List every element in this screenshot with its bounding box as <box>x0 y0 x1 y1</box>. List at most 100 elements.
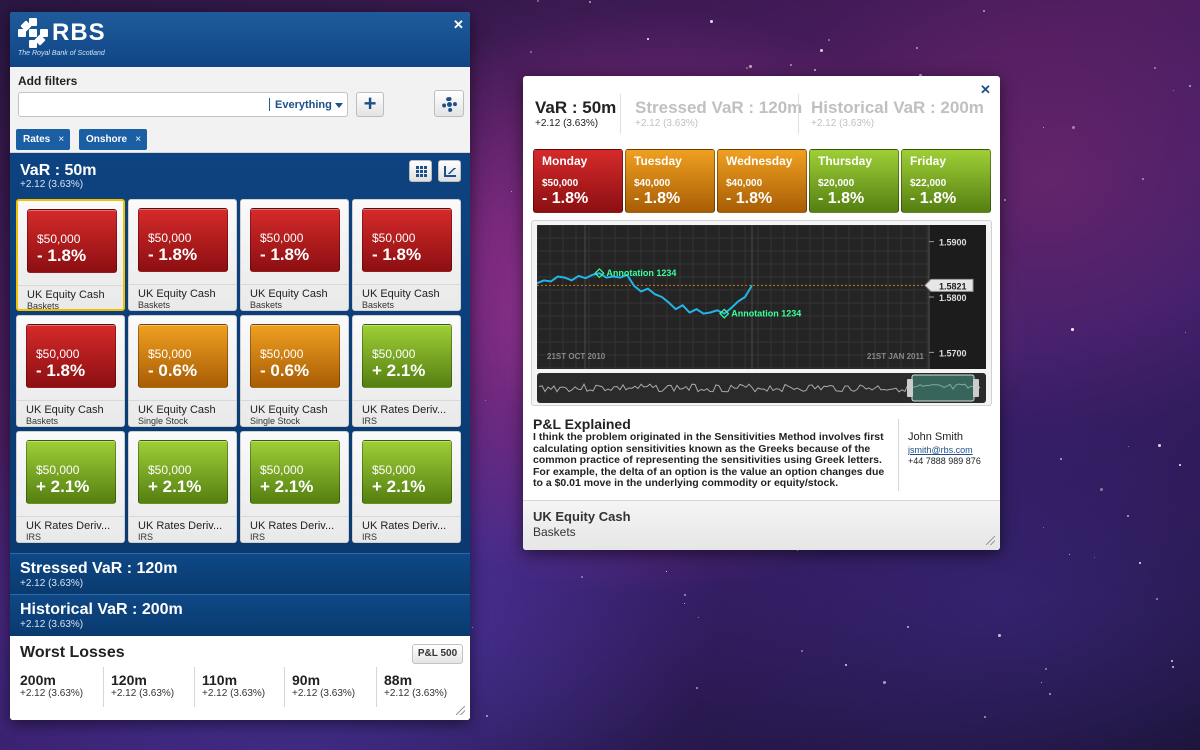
stressed-var-section[interactable]: Stressed VaR : 120m +2.12 (3.63%) <box>10 553 470 595</box>
close-icon[interactable]: ✕ <box>453 17 464 33</box>
chart-plot-area[interactable]: 1.5900 1.5800 1.5700 Annotation 1234 Annotat… <box>536 224 986 369</box>
brand-name: RBS <box>52 19 106 46</box>
tile-value-box: $50,000- 0.6% <box>138 324 228 388</box>
tile-name: UK Rates Deriv... <box>26 520 111 532</box>
var-tile[interactable]: $50,000 + 2.1% UK Rates Deriv... IRS <box>352 431 461 543</box>
tile-percent: + 2.1% <box>148 477 202 496</box>
grid-icon <box>416 166 427 177</box>
metric-historical-var[interactable]: Historical VaR : 200m +2.12 (3.63%) <box>811 98 984 129</box>
star <box>1043 126 1045 128</box>
divider <box>18 285 123 286</box>
var-section: VaR : 50m +2.12 (3.63%) $50,000- 1.8% UK … <box>10 153 470 553</box>
day-percent: - 1.8% <box>542 190 589 207</box>
resize-grip-icon[interactable] <box>986 536 995 545</box>
add-filter-button[interactable]: + <box>356 92 384 117</box>
var-tile[interactable]: $50,000 + 2.1% UK Rates Deriv... IRS <box>240 431 349 543</box>
tile-type: IRS <box>138 532 154 542</box>
brand-tagline: The Royal Bank of Scotland <box>18 50 105 57</box>
var-tile[interactable]: $50,000- 1.8% UK Equity Cash Baskets <box>16 199 125 311</box>
star <box>1060 457 1063 460</box>
worst-loss-item[interactable]: 200m +2.12 (3.63%) <box>20 672 83 708</box>
metric-divider <box>620 94 621 134</box>
tile-name: UK Equity Cash <box>138 404 216 416</box>
worst-loss-item[interactable]: 120m +2.12 (3.63%) <box>111 672 174 708</box>
day-card[interactable]: Thursday $20,000- 1.8% <box>809 149 899 213</box>
var-tile[interactable]: $50,000- 1.8% UK Equity Cash Baskets <box>240 199 349 311</box>
star <box>709 20 713 24</box>
resize-grip-icon[interactable] <box>456 706 465 715</box>
filter-search-input[interactable]: Everything <box>18 92 348 117</box>
star <box>1153 66 1156 69</box>
metric-stressed-var[interactable]: Stressed VaR : 120m +2.12 (3.63%) <box>635 98 802 129</box>
day-card[interactable]: Monday $50,000- 1.8% <box>533 149 623 213</box>
current-value-label: 1.5821 <box>939 281 967 291</box>
navigator-handle-right <box>973 379 979 397</box>
metric-change: +2.12 (3.63%) <box>811 118 875 129</box>
worst-loss-change: +2.12 (3.63%) <box>111 688 175 699</box>
navigator-window <box>911 374 975 402</box>
filter-chip-onshore: Onshore × <box>79 129 148 150</box>
rbs-logo-mark-icon <box>18 18 48 48</box>
var-tile[interactable]: $50,000- 1.8% UK Equity Cash Baskets <box>352 199 461 311</box>
var-tile[interactable]: $50,000 + 2.1% UK Rates Deriv... IRS <box>352 315 461 427</box>
x-axis-label: 21ST JAN 2011 <box>867 352 924 361</box>
star <box>537 0 540 3</box>
tile-amount: $50,000 <box>372 347 416 361</box>
settings-button[interactable] <box>434 90 464 117</box>
star <box>883 680 887 684</box>
worst-loss-item[interactable]: 88m +2.12 (3.63%) <box>384 672 447 708</box>
day-card[interactable]: Tuesday $40,000- 1.8% <box>625 149 715 213</box>
filter-scope-select[interactable]: Everything <box>275 99 332 111</box>
day-card[interactable]: Friday $22,000- 1.8% <box>901 149 991 213</box>
historical-var-title: Historical VaR : 200m <box>20 601 183 618</box>
divider <box>129 400 236 401</box>
var-tile[interactable]: $50,000- 1.8% UK Equity Cash Baskets <box>128 199 237 311</box>
var-tile[interactable]: $50,000- 1.8% UK Equity Cash Baskets <box>16 315 125 427</box>
worst-losses-title: Worst Losses <box>20 644 125 661</box>
y-tick-label: 1.5700 <box>939 348 967 358</box>
star <box>1099 487 1103 491</box>
pl-500-button[interactable]: P&L 500 <box>412 644 463 664</box>
var-tile[interactable]: $50,000 + 2.1% UK Rates Deriv... IRS <box>128 431 237 543</box>
metric-title: Stressed VaR : 120m <box>635 98 803 117</box>
var-tile[interactable]: $50,000 + 2.1% UK Rates Deriv... IRS <box>16 431 125 543</box>
var-tile[interactable]: $50,000- 0.6% UK Equity Cash Single Stock <box>240 315 349 427</box>
grid-view-button[interactable] <box>409 160 432 182</box>
historical-var-change: +2.12 (3.63%) <box>20 619 84 630</box>
close-icon[interactable]: ✕ <box>980 82 991 98</box>
tile-name: UK Equity Cash <box>27 289 105 301</box>
star <box>1128 446 1130 448</box>
tile-percent: + 2.1% <box>372 361 426 380</box>
tile-amount: $50,000 <box>37 232 81 246</box>
chevron-down-icon[interactable] <box>335 103 343 108</box>
contact-name: John Smith <box>908 431 964 443</box>
tile-value-box: $50,000- 1.8% <box>27 209 117 273</box>
historical-var-section[interactable]: Historical VaR : 200m +2.12 (3.63%) <box>10 594 470 636</box>
star <box>530 50 533 53</box>
close-icon[interactable]: × <box>58 129 64 150</box>
tile-percent: + 2.1% <box>260 477 314 496</box>
metric-var[interactable]: VaR : 50m +2.12 (3.63%) <box>535 98 616 129</box>
star <box>684 593 687 596</box>
chart-view-button[interactable] <box>438 160 461 182</box>
series-line <box>536 272 753 315</box>
day-card[interactable]: Wednesday $40,000- 1.8% <box>717 149 807 213</box>
chart-navigator[interactable] <box>537 373 986 403</box>
tile-amount: $50,000 <box>260 463 304 477</box>
tile-amount: $50,000 <box>148 463 192 477</box>
tile-percent: - 1.8% <box>36 361 86 380</box>
day-name: Tuesday <box>634 154 682 168</box>
var-tile[interactable]: $50,000- 0.6% UK Equity Cash Single Stock <box>128 315 237 427</box>
worst-loss-item[interactable]: 90m +2.12 (3.63%) <box>292 672 355 708</box>
day-percent: - 1.8% <box>726 190 773 207</box>
tile-amount: $50,000 <box>148 231 192 245</box>
close-icon[interactable]: × <box>135 129 141 150</box>
star <box>1126 514 1129 517</box>
divider <box>898 419 899 491</box>
star <box>1068 553 1070 555</box>
tile-value-box: $50,000 + 2.1% <box>362 440 452 504</box>
star <box>1072 125 1076 129</box>
tile-amount: $50,000 <box>372 231 416 245</box>
contact-email-link[interactable]: jsmith@rbs.com <box>908 445 973 455</box>
worst-loss-item[interactable]: 110m +2.12 (3.63%) <box>202 672 265 708</box>
